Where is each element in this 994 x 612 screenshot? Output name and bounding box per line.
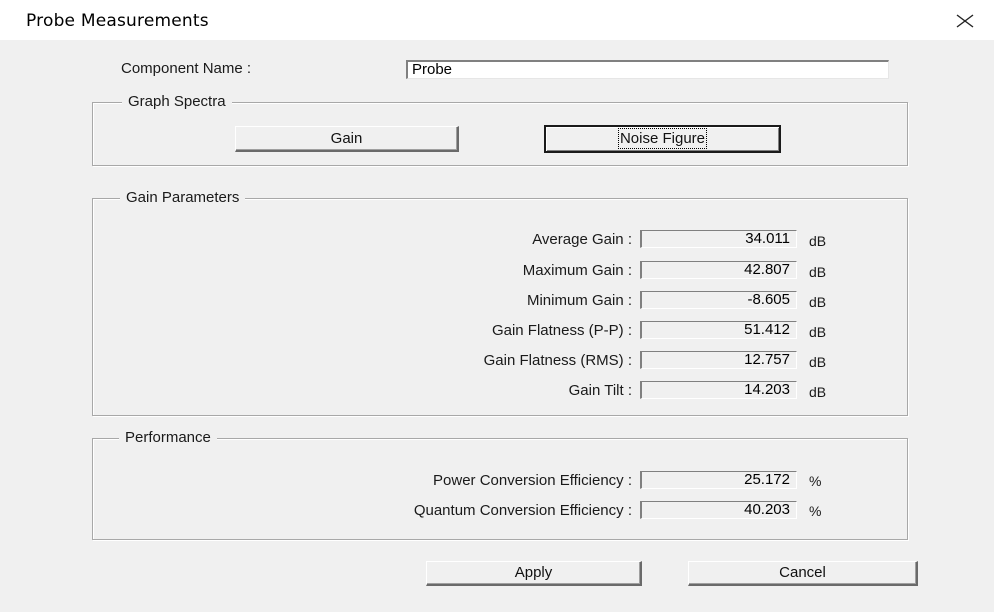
apply-button[interactable]: Apply <box>426 561 642 586</box>
gain-flatness-rms-value: 12.757 <box>640 351 797 369</box>
cancel-button[interactable]: Cancel <box>688 561 918 586</box>
noise-figure-button[interactable]: Noise Figure <box>544 125 781 153</box>
gain-flatness-pp-label: Gain Flatness (P-P) : <box>491 322 632 339</box>
gain-button-label: Gain <box>330 130 363 147</box>
graph-spectra-group <box>92 102 908 166</box>
gain-parameters-legend: Gain Parameters <box>120 189 246 206</box>
gain-tilt-unit: dB <box>809 384 827 400</box>
maximum-gain-label: Maximum Gain : <box>522 262 632 279</box>
gain-tilt-label: Gain Tilt : <box>568 382 632 399</box>
average-gain-unit: dB <box>809 233 827 249</box>
component-name-field[interactable]: Probe <box>406 60 889 79</box>
cancel-button-label: Cancel <box>779 564 826 581</box>
gain-flatness-pp-unit: dB <box>809 324 827 340</box>
apply-button-label: Apply <box>514 564 553 581</box>
quantum-conversion-efficiency-unit: % <box>809 503 822 519</box>
maximum-gain-unit: dB <box>809 264 827 280</box>
power-conversion-efficiency-label: Power Conversion Efficiency : <box>433 472 632 489</box>
window-title: Probe Measurements <box>26 11 209 31</box>
gain-flatness-pp-value: 51.412 <box>640 321 797 339</box>
gain-flatness-rms-label: Gain Flatness (RMS) : <box>483 352 632 369</box>
minimum-gain-unit: dB <box>809 294 827 310</box>
component-name-label: Component Name : <box>121 60 252 77</box>
graph-spectra-legend: Graph Spectra <box>122 93 232 110</box>
performance-legend: Performance <box>119 429 217 446</box>
power-conversion-efficiency-unit: % <box>809 473 822 489</box>
performance-group <box>92 438 908 540</box>
gain-flatness-rms-unit: dB <box>809 354 827 370</box>
minimum-gain-value: -8.605 <box>640 291 797 309</box>
close-icon <box>956 14 974 28</box>
average-gain-label: Average Gain : <box>532 231 632 248</box>
maximum-gain-value: 42.807 <box>640 261 797 279</box>
title-bar: Probe Measurements <box>0 0 994 40</box>
power-conversion-efficiency-value: 25.172 <box>640 471 797 489</box>
minimum-gain-label: Minimum Gain : <box>526 292 632 309</box>
quantum-conversion-efficiency-label: Quantum Conversion Efficiency : <box>413 502 632 519</box>
close-button[interactable] <box>954 10 976 32</box>
dialog-window: Probe Measurements Component Name : Prob… <box>0 0 994 612</box>
gain-button[interactable]: Gain <box>235 126 459 152</box>
gain-tilt-value: 14.203 <box>640 381 797 399</box>
quantum-conversion-efficiency-value: 40.203 <box>640 501 797 519</box>
noise-figure-button-label: Noise Figure <box>617 128 708 149</box>
average-gain-value: 34.011 <box>640 230 797 248</box>
